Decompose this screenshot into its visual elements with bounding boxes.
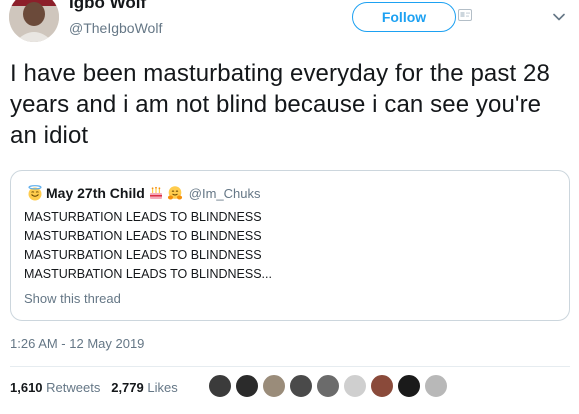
tweet-timestamp[interactable]: 1:26 AM - 12 May 2019: [10, 336, 144, 351]
follow-card-icon: [458, 9, 472, 21]
quoted-text-line: MASTURBATION LEADS TO BLINDNESS: [24, 248, 262, 262]
divider: [10, 366, 570, 367]
likes-label: Likes: [147, 380, 178, 395]
liker-avatar[interactable]: [316, 374, 340, 398]
quoted-text-line: MASTURBATION LEADS TO BLINDNESS: [24, 229, 262, 243]
quoted-text-line: MASTURBATION LEADS TO BLINDNESS...: [24, 267, 272, 281]
angel-smile-emoji-icon: [28, 185, 42, 201]
quoted-tweet-header: May 27th Child @Im_Chuks: [24, 183, 261, 203]
retweets-label: Retweets: [46, 380, 101, 395]
tweet-stats: 1,610 Retweets 2,779 Likes: [10, 380, 178, 395]
quoted-tweet-text: MASTURBATION LEADS TO BLINDNESS MASTURBA…: [24, 208, 272, 284]
liker-avatar[interactable]: [208, 374, 232, 398]
likes-count: 2,779: [111, 380, 144, 395]
author-handle[interactable]: @TheIgboWolf: [69, 20, 162, 36]
likes-stat[interactable]: 2,779 Likes: [111, 380, 178, 395]
quoted-author-name: May 27th Child: [46, 185, 145, 201]
author-avatar[interactable]: [9, 0, 59, 42]
follow-button[interactable]: Follow: [352, 2, 456, 32]
liker-avatars: [208, 374, 451, 398]
liker-avatar[interactable]: [235, 374, 259, 398]
retweets-count: 1,610: [10, 380, 43, 395]
liker-avatar[interactable]: [424, 374, 448, 398]
quoted-text-line: MASTURBATION LEADS TO BLINDNESS: [24, 210, 262, 224]
chevron-down-icon[interactable]: [553, 13, 565, 21]
author-name[interactable]: Igbo Wolf: [69, 0, 146, 13]
liker-avatar[interactable]: [370, 374, 394, 398]
liker-avatar[interactable]: [262, 374, 286, 398]
quoted-author-handle: @Im_Chuks: [188, 185, 261, 201]
tweet-text: I have been masturbating everyday for th…: [10, 60, 550, 149]
retweets-stat[interactable]: 1,610 Retweets: [10, 380, 100, 395]
liker-avatar[interactable]: [343, 374, 367, 398]
show-thread-link[interactable]: Show this thread: [24, 291, 121, 306]
hugging-face-emoji-icon: [167, 186, 182, 200]
quoted-tweet[interactable]: May 27th Child @Im_Chuks MASTURBATION LE…: [10, 170, 570, 321]
liker-avatar[interactable]: [397, 374, 421, 398]
liker-avatar[interactable]: [289, 374, 313, 398]
avatar-image: [9, 0, 59, 42]
birthday-cake-emoji-icon: [149, 186, 162, 199]
